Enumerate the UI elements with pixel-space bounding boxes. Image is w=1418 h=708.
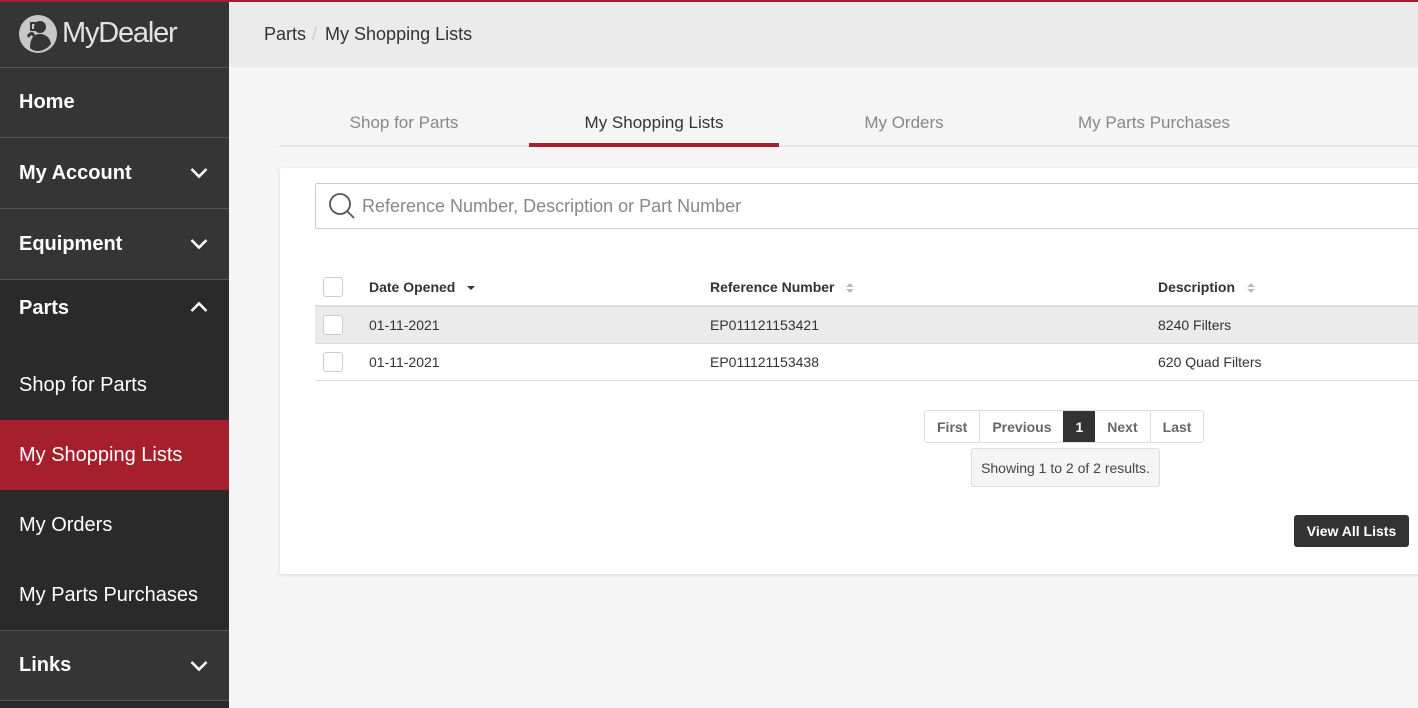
breadcrumb: Parts / My Shopping Lists (229, 2, 1418, 67)
sidebar-item-label: Links (19, 654, 72, 676)
cell-reference-number[interactable]: EP011121153438 (710, 354, 819, 370)
sidebar-subitem-shop-for-parts[interactable]: Shop for Parts (0, 350, 229, 420)
sidebar-item-label: Equipment (19, 232, 123, 255)
sidebar-subitem-my-shopping-lists[interactable]: My Shopping Lists (0, 420, 229, 490)
parts-tabs: Shop for Parts My Shopping Lists My Orde… (279, 102, 1418, 147)
sidebar-item-equipment[interactable]: Equipment (0, 209, 229, 280)
search-icon (329, 193, 355, 219)
sidebar-item-label: My Account (19, 161, 132, 184)
column-label: Date Opened (369, 279, 456, 295)
pagination-previous[interactable]: Previous (979, 411, 1063, 442)
sidebar-item-label: Parts (19, 297, 70, 319)
pagination-last[interactable]: Last (1149, 411, 1204, 442)
shopping-lists-table: Date Opened Reference Number Description… (315, 269, 1418, 381)
tab-my-orders[interactable]: My Orders (779, 102, 1029, 145)
sort-unsorted-icon (846, 283, 855, 294)
brand-name: MyDealer (62, 17, 178, 49)
tab-shop-for-parts[interactable]: Shop for Parts (279, 102, 529, 145)
sort-unsorted-icon (1246, 283, 1255, 294)
sidebar-item-label: Home (19, 91, 75, 113)
column-header-reference-number[interactable]: Reference Number (710, 279, 855, 295)
sidebar-item-home[interactable]: Home (0, 68, 229, 138)
select-all-checkbox[interactable] (323, 277, 343, 297)
search-input[interactable] (362, 195, 1262, 217)
cell-date-opened: 01-11-2021 (369, 354, 440, 370)
sidebar-footer (0, 701, 229, 708)
column-label: Description (1158, 278, 1236, 295)
chevron-up-icon (190, 301, 208, 312)
cell-description: 620 Quad Filters (1158, 354, 1262, 370)
sort-descending-icon (467, 286, 476, 291)
table-row[interactable]: 01-11-2021 EP011121153421 8240 Filters (315, 307, 1418, 344)
sidebar-item-parts[interactable]: Parts (0, 280, 229, 350)
pagination-page-current[interactable]: 1 (1063, 411, 1096, 442)
cell-date-opened: 01-11-2021 (369, 317, 440, 333)
chevron-down-icon (190, 660, 208, 671)
cell-description: 8240 Filters (1158, 317, 1232, 333)
column-header-date-opened[interactable]: Date Opened (369, 279, 476, 295)
tab-my-parts-purchases[interactable]: My Parts Purchases (1029, 102, 1279, 145)
sidebar-item-label: My Parts Purchases (19, 583, 198, 606)
sidebar-item-label: Shop for Parts (19, 373, 147, 396)
shopping-lists-card: Date Opened Reference Number Description… (280, 168, 1418, 574)
dealer-logo-icon (19, 14, 57, 53)
sidebar-item-label: My Orders (19, 513, 113, 536)
sidebar-subitem-my-parts-purchases[interactable]: My Parts Purchases (0, 560, 229, 630)
tab-my-shopping-lists[interactable]: My Shopping Lists (529, 102, 779, 147)
pagination: First Previous 1 Next Last (924, 410, 1205, 443)
pagination-next[interactable]: Next (1095, 411, 1149, 442)
sidebar-item-links[interactable]: Links (0, 630, 229, 701)
row-checkbox[interactable] (323, 315, 343, 335)
chevron-down-icon (190, 168, 208, 179)
breadcrumb-current: My Shopping Lists (325, 24, 473, 44)
pagination-first[interactable]: First (925, 411, 979, 442)
table-row[interactable]: 01-11-2021 EP011121153438 620 Quad Filte… (315, 344, 1418, 381)
table-header: Date Opened Reference Number Description (315, 269, 1418, 307)
cell-reference-number[interactable]: EP011121153421 (710, 317, 819, 333)
column-header-description[interactable]: Description (1158, 279, 1256, 295)
sidebar-item-label: My Shopping Lists (19, 443, 183, 466)
sidebar: MyDealer Home My Account Equipment Parts… (0, 0, 229, 708)
sidebar-subitem-my-orders[interactable]: My Orders (0, 490, 229, 560)
top-accent-bar (0, 0, 1418, 2)
row-checkbox[interactable] (323, 352, 343, 372)
sidebar-item-my-account[interactable]: My Account (0, 138, 229, 209)
view-all-lists-button[interactable]: View All Lists (1294, 515, 1409, 547)
chevron-down-icon (190, 239, 208, 250)
results-summary: Showing 1 to 2 of 2 results. (971, 448, 1160, 487)
brand-logo[interactable]: MyDealer (0, 0, 229, 68)
breadcrumb-separator: / (312, 24, 318, 44)
column-label: Reference Number (710, 278, 835, 295)
breadcrumb-parts-link[interactable]: Parts (264, 24, 306, 45)
search-box[interactable] (315, 183, 1418, 229)
